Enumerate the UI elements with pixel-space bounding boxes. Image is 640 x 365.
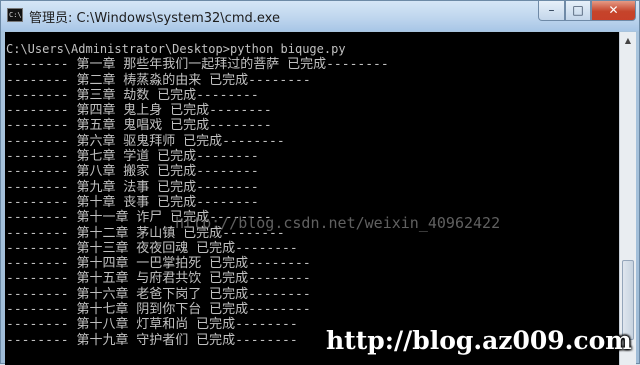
cmd-app-icon[interactable]: C:\ — [7, 8, 23, 22]
vertical-scrollbar[interactable]: ▲ — [619, 32, 636, 365]
output-line: -------- 第十七章 阴到你下台 已完成-------- — [6, 302, 311, 318]
close-button[interactable]: ✕ — [591, 1, 636, 21]
output-line: -------- 第九章 法事 已完成-------- — [6, 179, 259, 195]
blog-watermark: http://blog.csdn.net/weixin_40962422 — [175, 214, 501, 232]
output-line: -------- 第六章 驱鬼拜师 已完成-------- — [6, 133, 285, 149]
output-line: -------- 第十三章 夜夜回魂 已完成-------- — [6, 240, 298, 256]
scroll-up-arrow-icon[interactable]: ▲ — [620, 32, 636, 49]
cmd-window: C:\ 管理员: C:\Windows\system32\cmd.exe – □… — [0, 0, 640, 365]
console-output[interactable]: C:\Users\Administrator\Desktop>python bi… — [5, 32, 619, 365]
output-line: -------- 第五章 鬼唱戏 已完成-------- — [6, 118, 272, 134]
output-line: -------- 第十四章 一巴掌拍死 已完成-------- — [6, 256, 311, 272]
output-line: -------- 第十章 丧事 已完成-------- — [6, 194, 259, 210]
console-lines: C:\Users\Administrator\Desktop>python bi… — [5, 42, 619, 348]
output-line: -------- 第二章 梼蒸淼的由来 已完成-------- — [6, 72, 311, 88]
site-watermark: http://blog.az009.com — [326, 326, 632, 355]
output-line: -------- 第三章 劫数 已完成-------- — [6, 87, 259, 103]
minimize-button[interactable]: – — [538, 1, 565, 21]
output-line: -------- 第八章 搬家 已完成-------- — [6, 164, 259, 180]
maximize-button[interactable]: □ — [565, 1, 591, 21]
output-line: -------- 第七章 学道 已完成-------- — [6, 149, 259, 165]
output-line: -------- 第一章 那些年我们一起拜过的菩萨 已完成-------- — [6, 57, 389, 73]
output-line: -------- 第十六章 老爸下岗了 已完成-------- — [6, 286, 311, 302]
output-line: -------- 第四章 鬼上身 已完成-------- — [6, 103, 272, 119]
window-title: 管理员: C:\Windows\system32\cmd.exe — [29, 11, 280, 26]
command-line: C:\Users\Administrator\Desktop>python bi… — [6, 42, 346, 56]
output-line: -------- 第十五章 与府君共饮 已完成-------- — [6, 271, 311, 287]
